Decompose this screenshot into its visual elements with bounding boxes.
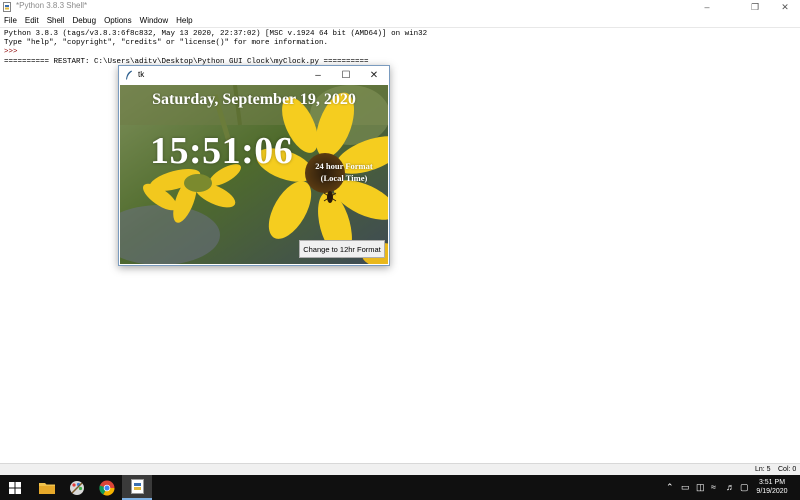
battery-icon[interactable]: ▭ [681, 482, 690, 493]
chevron-up-icon[interactable]: ⌃ [666, 482, 674, 493]
menu-debug[interactable]: Debug [68, 14, 100, 27]
taskbar-clock[interactable]: 3:51 PM 9/19/2020 [752, 478, 792, 496]
taskbar: ⌃ ▭ ◫ ≈ ♬ ▢ 3:51 PM 9/19/2020 [0, 475, 800, 500]
volume-icon[interactable]: ♬ [726, 482, 735, 492]
date-label: Saturday, September 19, 2020 [152, 91, 356, 108]
close-icon: ✕ [369, 69, 379, 81]
menu-options[interactable]: Options [100, 14, 136, 27]
column-number: Col: 0 [778, 466, 797, 473]
close-button[interactable]: ✕ [772, 0, 798, 14]
clock-window-titlebar[interactable]: tk – ☐ ✕ [119, 66, 389, 84]
folder-icon [39, 483, 55, 494]
shell-titlebar: *Python 3.8.3 Shell* – ❐ ✕ [0, 0, 800, 14]
start-button[interactable] [0, 475, 30, 500]
feather-icon [126, 70, 132, 80]
maximize-icon: ☐ [341, 69, 351, 81]
python-file-icon [3, 2, 11, 12]
taskbar-date: 9/19/2020 [756, 488, 788, 495]
shell-title: *Python 3.8.3 Shell* [16, 1, 88, 10]
menu-shell[interactable]: Shell [43, 14, 69, 27]
menu-edit[interactable]: Edit [21, 14, 43, 27]
wifi-icon[interactable]: ≈ [711, 482, 716, 492]
clock-minimize-button[interactable]: – [304, 66, 332, 84]
clock-close-button[interactable]: ✕ [360, 66, 388, 84]
menu-window[interactable]: Window [136, 14, 172, 27]
chrome-button[interactable] [92, 475, 122, 500]
minimize-button[interactable]: – [694, 0, 720, 14]
minimize-icon: – [704, 2, 710, 12]
file-explorer-button[interactable] [32, 475, 62, 500]
menu-file[interactable]: File [0, 14, 21, 27]
shell-line: Python 3.8.3 (tags/v3.8.3:6f8c832, May 1… [4, 30, 428, 38]
network-icon[interactable]: ◫ [696, 482, 705, 493]
close-icon: ✕ [781, 1, 789, 12]
minimize-icon: – [315, 69, 321, 81]
change-format-button[interactable]: Change to 12hr Format [299, 240, 385, 258]
chrome-icon [99, 480, 115, 496]
format-label-line: (Local Time) [320, 173, 368, 183]
clock-window: tk – ☐ ✕ Saturday, September 19, 2020 15… [118, 65, 390, 266]
python-idle-button[interactable] [122, 475, 152, 500]
menu-bar: File Edit Shell Debug Options Window Hel… [0, 14, 800, 28]
menu-help[interactable]: Help [172, 14, 196, 27]
taskbar-time: 3:51 PM [758, 479, 786, 486]
shell-line: Type "help", "copyright", "credits" or "… [4, 39, 329, 47]
windows-logo-icon [9, 481, 21, 494]
format-label: 24 hour Format (Local Time) [308, 160, 380, 184]
maximize-button[interactable]: ❐ [742, 0, 768, 14]
format-label-line: 24 hour Format [315, 161, 373, 171]
clock-maximize-button[interactable]: ☐ [332, 66, 360, 84]
line-number: Ln: 5 [755, 466, 771, 473]
paint-palette-icon [70, 480, 84, 495]
python-file-icon [130, 479, 144, 494]
paint-app-button[interactable] [62, 475, 92, 500]
clock-body: Saturday, September 19, 2020 15:51:06 24… [120, 85, 388, 264]
clock-window-title: tk [138, 70, 145, 79]
notification-icon[interactable]: ▢ [740, 482, 749, 493]
restore-icon: ❐ [750, 1, 760, 12]
shell-prompt: >>> [4, 48, 18, 56]
time-display: 15:51:06 [150, 130, 294, 172]
